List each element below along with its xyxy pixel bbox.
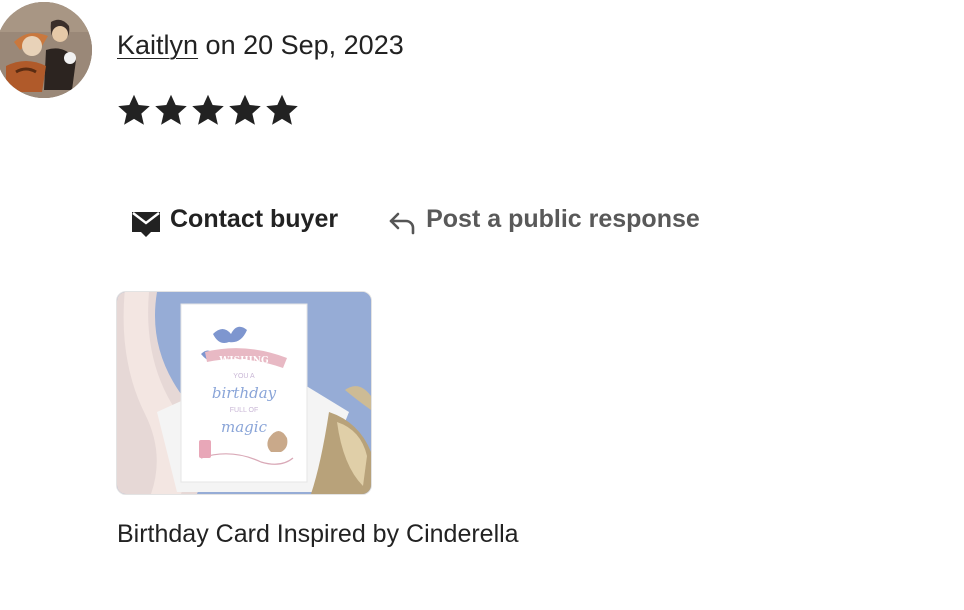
avatar-image bbox=[0, 2, 92, 98]
reviewer-name-link[interactable]: Kaitlyn bbox=[117, 30, 198, 60]
product-title-link[interactable]: Birthday Card Inspired by Cinderella bbox=[117, 518, 519, 550]
envelope-icon bbox=[130, 207, 162, 239]
star-icon bbox=[116, 92, 152, 128]
svg-text:FULL OF: FULL OF bbox=[230, 407, 259, 414]
post-public-response-button[interactable]: Post a public response bbox=[386, 200, 700, 238]
review-date: on 20 Sep, 2023 bbox=[198, 30, 404, 60]
svg-text:WISHING: WISHING bbox=[218, 356, 268, 366]
review-byline: Kaitlyn on 20 Sep, 2023 bbox=[117, 28, 404, 62]
star-icon bbox=[153, 92, 189, 128]
product-thumbnail[interactable]: WISHING YOU A birthday FULL OF magic bbox=[116, 291, 372, 495]
post-public-response-label: Post a public response bbox=[426, 205, 700, 233]
contact-buyer-label: Contact buyer bbox=[170, 205, 339, 233]
product-image: WISHING YOU A birthday FULL OF magic bbox=[117, 292, 371, 494]
review-actions: Contact buyer Post a public response bbox=[130, 199, 700, 239]
reply-arrow-icon bbox=[386, 206, 418, 238]
star-icon bbox=[264, 92, 300, 128]
svg-text:magic: magic bbox=[221, 418, 268, 436]
contact-buyer-button[interactable]: Contact buyer bbox=[130, 199, 338, 239]
star-icon bbox=[227, 92, 263, 128]
star-rating bbox=[116, 92, 300, 128]
star-icon bbox=[190, 92, 226, 128]
svg-text:birthday: birthday bbox=[212, 384, 277, 402]
reviewer-avatar[interactable] bbox=[0, 2, 92, 98]
svg-text:YOU A: YOU A bbox=[233, 373, 255, 380]
